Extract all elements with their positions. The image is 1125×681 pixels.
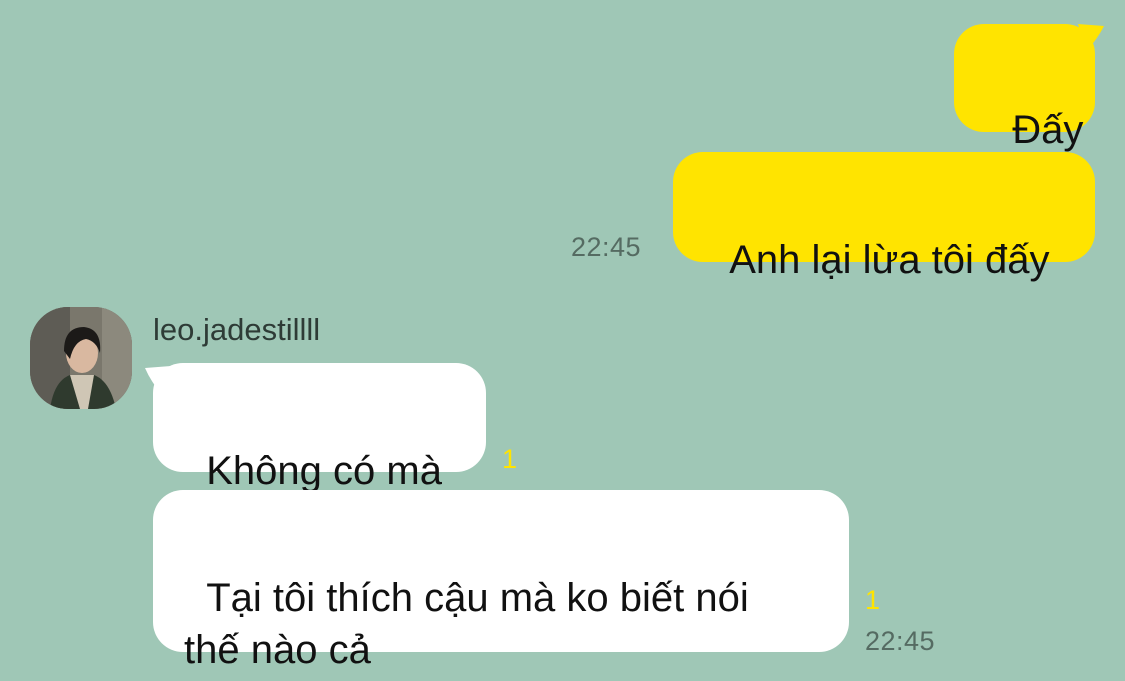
unread-count: 1 [502, 444, 518, 474]
message-timestamp: 22:45 [571, 232, 642, 262]
incoming-message-bubble[interactable]: Không có mà [153, 363, 486, 493]
bubble-tail [145, 366, 171, 396]
message-text: Anh lại lừa tôi đấy [729, 238, 1050, 282]
profile-photo [30, 307, 132, 409]
message-timestamp: 22:45 [865, 626, 936, 656]
sender-name: leo.jadestillll [153, 312, 321, 347]
outgoing-message-bubble[interactable]: Đấy [954, 24, 1095, 152]
message-text: Đấy [1012, 108, 1084, 152]
bubble-tail [1078, 24, 1104, 52]
incoming-message-bubble[interactable]: Tại tôi thích cậu mà ko biết nói thế nào… [153, 490, 849, 672]
outgoing-message-bubble[interactable]: Anh lại lừa tôi đấy [673, 152, 1095, 282]
avatar[interactable] [30, 307, 132, 409]
message-text: Tại tôi thích cậu mà ko biết nói thế nào… [184, 576, 749, 672]
message-text: Không có mà [206, 449, 442, 493]
unread-count: 1 [865, 585, 881, 615]
